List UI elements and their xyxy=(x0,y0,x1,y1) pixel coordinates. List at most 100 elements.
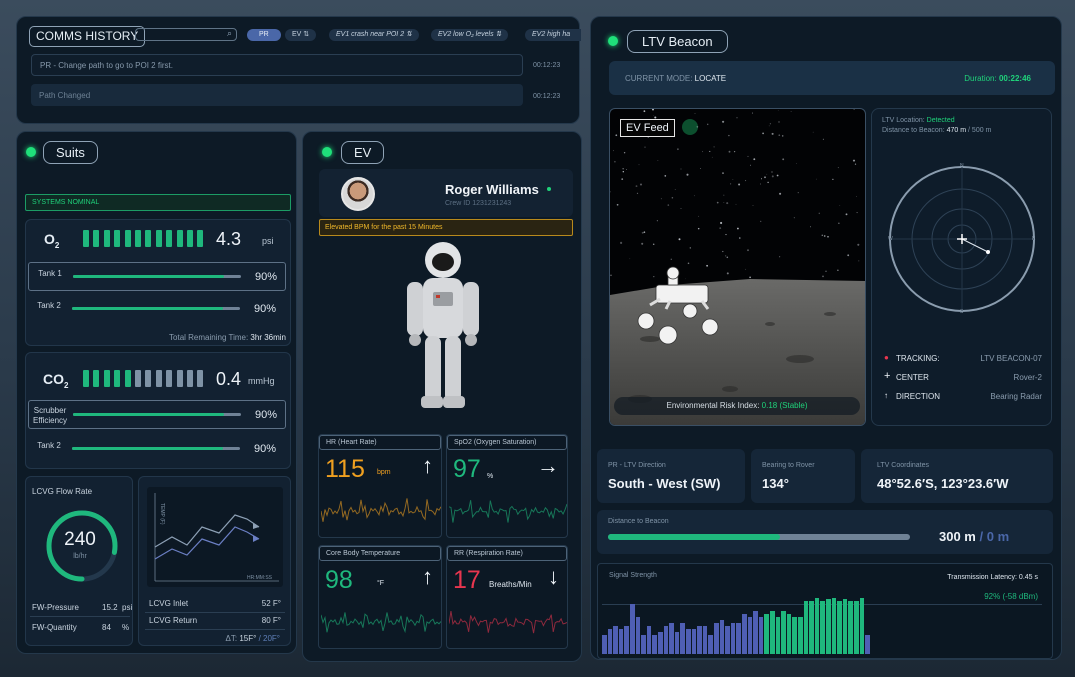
signal-bar xyxy=(786,613,792,654)
vital-waveform xyxy=(449,500,567,523)
signal-bar xyxy=(652,635,657,654)
co2-gauge xyxy=(83,370,207,387)
sort-icon: ⇅ xyxy=(303,31,310,38)
vital-card: RR (Respiration Rate) 17 Breaths/Min ↓ xyxy=(446,545,568,649)
o2-value: 4.3 xyxy=(216,229,242,249)
comms-history-title: COMMS HISTORY xyxy=(29,26,146,47)
lcvg-inlet-row: LCVG Inlet 52 F° xyxy=(145,597,285,613)
filter-ev1-crash[interactable]: EV1 crash near POI 2 ⇅ xyxy=(329,29,419,41)
filter-pr[interactable]: PR xyxy=(247,29,281,41)
tank-percent: 90% xyxy=(255,271,278,283)
scrubber-label: Scrubber Efficiency xyxy=(32,406,68,425)
comms-message-2[interactable]: Path Changed xyxy=(31,84,523,106)
filter-ev2-high[interactable]: EV2 high ha xyxy=(525,29,581,41)
beacon-distance-bar xyxy=(608,534,910,540)
vital-card: Core Body Temperature 98 °F ↑ xyxy=(318,545,442,649)
signal-bar xyxy=(708,635,713,654)
message-text: PR - Change path to go to POI 2 first. xyxy=(40,61,173,70)
signal-bar xyxy=(635,616,641,654)
tank-percent: 90% xyxy=(254,443,277,455)
search-icon: ⌕ xyxy=(226,28,232,38)
comms-message-1[interactable]: PR - Change path to go to POI 2 first. xyxy=(31,54,523,76)
signal-bar xyxy=(859,598,865,654)
fw-pressure-row: FW-Pressure 15.2 psi xyxy=(30,599,132,617)
message-time: 00:12:23 xyxy=(533,93,561,100)
comms-history-panel: COMMS HISTORY ⌕ PR EV ⇅ EV1 crash near P… xyxy=(16,16,581,124)
signal-bar xyxy=(680,623,685,654)
online-indicator xyxy=(547,187,551,191)
mode-bar: CURRENT MODE: LOCATE Duration: 00:22:46 xyxy=(609,61,1055,95)
signal-bar xyxy=(865,635,870,654)
compass-radar[interactable] xyxy=(886,163,1038,315)
tank-level-bar xyxy=(73,275,241,278)
scrubber-row: Scrubber Efficiency 90% xyxy=(28,400,286,429)
gauge-segment xyxy=(93,370,100,387)
scrubber-level-bar xyxy=(73,413,241,416)
comms-search-input[interactable]: ⌕ xyxy=(135,28,237,41)
bearing-value: 134° xyxy=(762,476,789,491)
signal-bar xyxy=(624,626,629,654)
filter-ev2-o2[interactable]: EV2 low O₂ levels ⇅ xyxy=(431,29,509,41)
trend-arrow-icon: ↑ xyxy=(422,564,433,589)
vital-waveform xyxy=(321,498,441,522)
gauge-segment xyxy=(114,230,121,247)
status-dot xyxy=(322,147,332,157)
signal-bar xyxy=(663,626,669,654)
trend-arrow-icon: → xyxy=(537,453,559,478)
ev-title: EV xyxy=(341,141,385,164)
trend-arrow-icon: ↑ xyxy=(422,453,433,478)
delta-t: ΔT: 15F° / 20F° xyxy=(225,634,280,643)
compass-e: E xyxy=(1032,236,1036,242)
coordinates-card: LTV Coordinates 48°52.6′S, 123°23.6′W xyxy=(861,449,1053,503)
bearing-label: Bearing to Rover xyxy=(762,462,815,469)
lcvg-flow-card: LCVG Flow Rate 240 lb/hr FW-Pressure 15.… xyxy=(25,476,133,646)
duration-label: Duration: xyxy=(964,74,997,83)
gauge-segment xyxy=(176,370,183,387)
signal-bar xyxy=(725,626,730,654)
crew-name: Roger Williams xyxy=(445,182,539,197)
tracking-row: + CENTER Rover-2 xyxy=(884,370,1042,382)
signal-bar xyxy=(831,598,837,654)
distance-to-beacon: Distance to Beacon: 470 m / 500 m xyxy=(882,127,992,134)
signal-bar xyxy=(826,599,831,654)
signal-bar xyxy=(764,613,769,654)
fw-quantity-row: FW-Quantity 84 % xyxy=(32,623,130,632)
gauge-segment xyxy=(176,230,183,247)
filter-ev[interactable]: EV ⇅ xyxy=(285,29,317,41)
signal-bar xyxy=(669,623,674,654)
signal-bar xyxy=(753,610,758,654)
chart-y-label: TEMP (F) xyxy=(159,503,165,525)
vital-waveform xyxy=(321,612,441,634)
lcvg-flow-value: 240 xyxy=(64,529,96,550)
gauge-segment xyxy=(103,370,110,387)
arrow-up-icon: ↑ xyxy=(884,391,888,400)
avatar xyxy=(341,177,375,211)
signal-bar xyxy=(742,613,747,654)
vital-waveform xyxy=(449,611,567,634)
gauge-segment xyxy=(114,370,121,387)
gauge-segment xyxy=(124,370,131,387)
suits-panel: Suits SYSTEMS NOMINAL O2 4.3 psi Tank 1 … xyxy=(16,131,297,654)
chart-x-label: HR:MM:SS xyxy=(247,575,272,581)
signal-bar xyxy=(809,601,814,654)
astronaut-image xyxy=(407,242,479,408)
mode-value: LOCATE xyxy=(694,74,727,83)
vital-title: RR (Respiration Rate) xyxy=(447,546,567,561)
signal-bar xyxy=(674,632,680,654)
direction-label: PR - LTV Direction xyxy=(608,462,666,469)
signal-bar xyxy=(686,629,691,654)
signal-bar xyxy=(630,604,635,654)
vital-title: HR (Heart Rate) xyxy=(319,435,441,450)
signal-bar xyxy=(854,601,859,654)
tracking-row: ● TRACKING: LTV BEACON-07 xyxy=(884,353,1042,363)
ev-feed-view[interactable]: EV Feed Environmental Risk Index: 0.18 (… xyxy=(609,108,866,426)
signal-bar xyxy=(602,635,607,654)
ev-panel: EV Roger Williams Crew ID 1231231243 Ele… xyxy=(302,131,582,662)
compass-n: N xyxy=(960,163,964,169)
coordinates-value: 48°52.6′S, 123°23.6′W xyxy=(877,476,1009,491)
co2-label: CO2 xyxy=(43,371,69,390)
vital-unit: % xyxy=(487,473,494,480)
vital-value: 115 xyxy=(325,455,365,483)
lcvg-flow-title: LCVG Flow Rate xyxy=(32,487,93,496)
tank-label: Tank 1 xyxy=(38,269,62,278)
